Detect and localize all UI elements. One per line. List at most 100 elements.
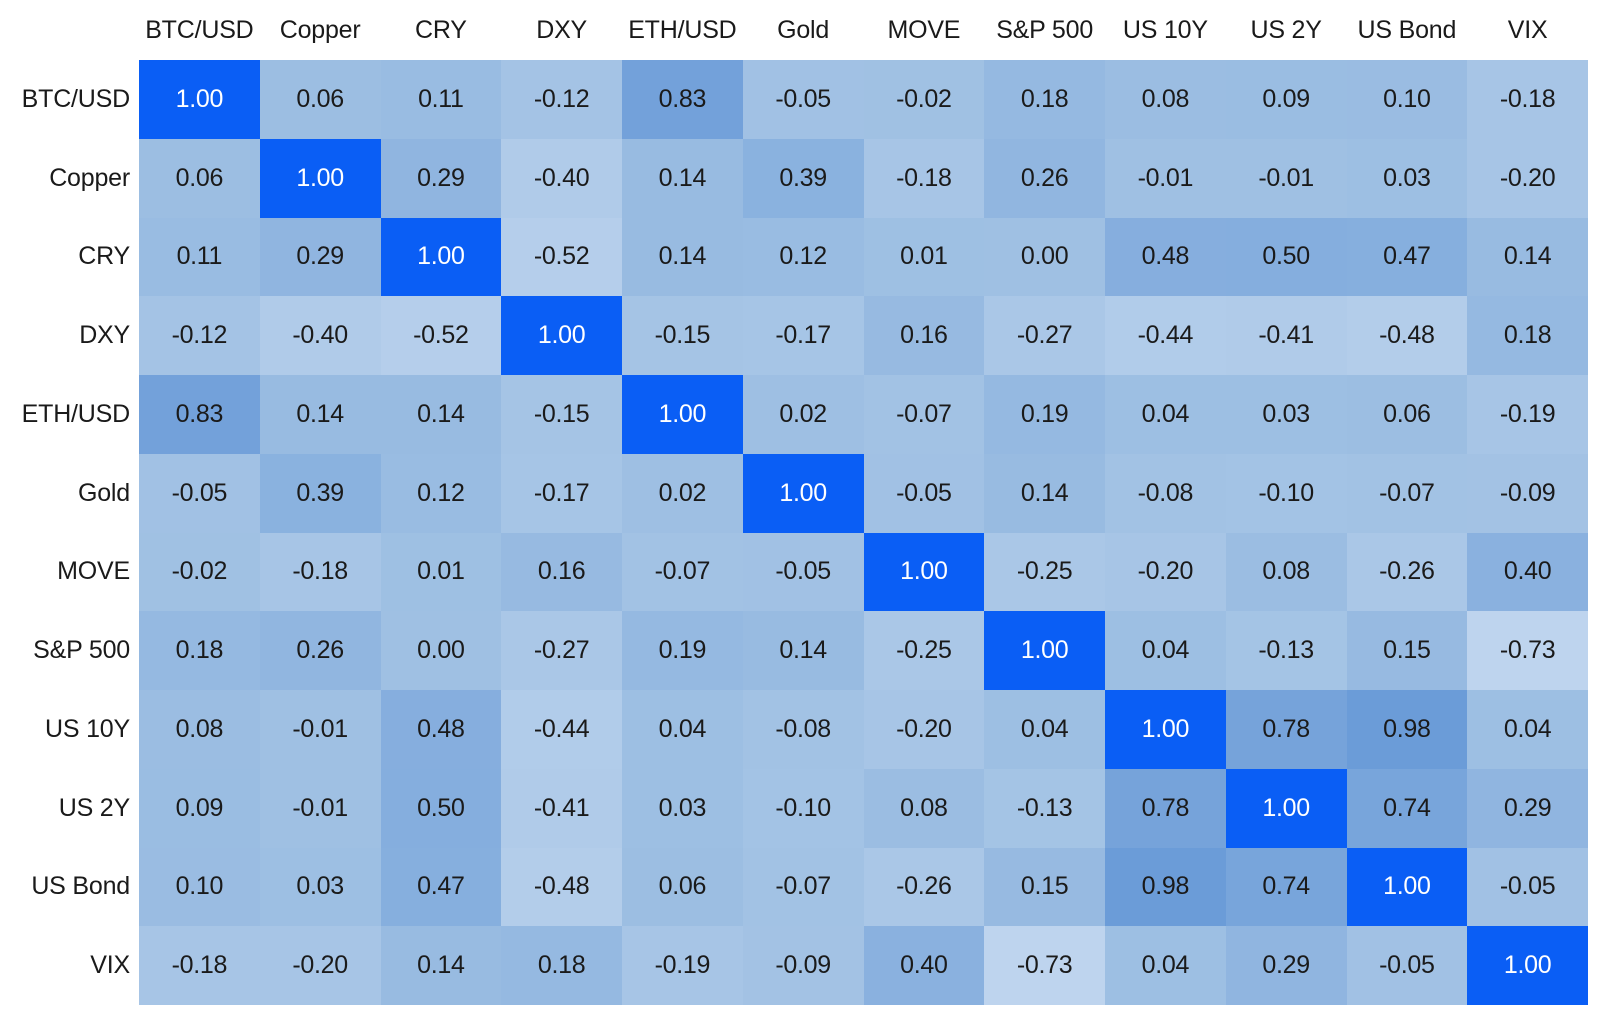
heatmap-cell[interactable]: 0.14 [380,926,502,1005]
heatmap-cell[interactable]: 1.00 [380,217,502,297]
heatmap-cell[interactable]: 0.16 [863,296,985,375]
heatmap-cell[interactable]: -0.18 [1467,60,1588,139]
heatmap-cell[interactable]: 1.00 [863,532,985,612]
heatmap-cell[interactable]: 0.18 [1467,296,1588,375]
heatmap-cell[interactable]: -0.12 [139,296,260,375]
heatmap-cell[interactable]: -0.18 [863,138,985,218]
heatmap-cell[interactable]: 1.00 [1467,926,1588,1005]
heatmap-cell[interactable]: -0.40 [259,296,381,375]
heatmap-cell[interactable]: -0.09 [742,926,864,1005]
heatmap-cell[interactable]: -0.01 [259,768,381,848]
heatmap-cell[interactable]: 1.00 [501,296,622,375]
heatmap-cell[interactable]: -0.73 [984,926,1105,1005]
heatmap-cell[interactable]: 0.78 [1225,690,1347,769]
heatmap-cell[interactable]: -0.17 [501,453,622,533]
heatmap-cell[interactable]: -0.41 [501,768,622,848]
heatmap-cell[interactable]: 0.01 [863,217,985,297]
heatmap-cell[interactable]: 0.29 [259,217,381,297]
heatmap-cell[interactable]: 0.74 [1225,847,1347,927]
heatmap-cell[interactable]: 1.00 [622,375,743,454]
heatmap-cell[interactable]: 0.29 [1225,926,1347,1005]
heatmap-cell[interactable]: -0.09 [1467,453,1588,533]
heatmap-cell[interactable]: -0.05 [1467,847,1588,927]
heatmap-cell[interactable]: 0.00 [380,611,502,690]
heatmap-cell[interactable]: 1.00 [742,453,864,533]
heatmap-cell[interactable]: -0.27 [501,611,622,690]
heatmap-cell[interactable]: -0.26 [863,847,985,927]
heatmap-cell[interactable]: 0.14 [622,138,743,218]
heatmap-cell[interactable]: -0.19 [622,926,743,1005]
heatmap-cell[interactable]: -0.18 [139,926,260,1005]
heatmap-cell[interactable]: 0.50 [1225,217,1347,297]
heatmap-cell[interactable]: -0.20 [863,690,985,769]
heatmap-cell[interactable]: 0.19 [622,611,743,690]
heatmap-cell[interactable]: -0.05 [863,453,985,533]
heatmap-cell[interactable]: -0.73 [1467,611,1588,690]
heatmap-cell[interactable]: -0.01 [1225,138,1347,218]
heatmap-cell[interactable]: 0.29 [380,138,502,218]
heatmap-cell[interactable]: -0.20 [1467,138,1588,218]
heatmap-cell[interactable]: -0.13 [984,768,1105,848]
heatmap-cell[interactable]: 0.09 [139,768,260,848]
heatmap-cell[interactable]: 0.06 [259,60,381,139]
heatmap-cell[interactable]: 0.06 [139,138,260,218]
heatmap-cell[interactable]: -0.05 [742,532,864,612]
heatmap-cell[interactable]: 0.04 [1105,611,1226,690]
heatmap-cell[interactable]: 1.00 [1105,690,1226,769]
heatmap-cell[interactable]: 0.18 [984,60,1105,139]
heatmap-cell[interactable]: -0.02 [863,60,985,139]
heatmap-cell[interactable]: -0.48 [1346,296,1468,375]
heatmap-cell[interactable]: 0.18 [139,611,260,690]
heatmap-cell[interactable]: 0.26 [259,611,381,690]
heatmap-cell[interactable]: 0.03 [1225,375,1347,454]
heatmap-cell[interactable]: 0.04 [1467,690,1588,769]
heatmap-cell[interactable]: 0.74 [1346,768,1468,848]
heatmap-cell[interactable]: -0.15 [622,296,743,375]
heatmap-cell[interactable]: -0.44 [1105,296,1226,375]
heatmap-cell[interactable]: 0.16 [501,532,622,612]
heatmap-cell[interactable]: 0.09 [1225,60,1347,139]
heatmap-cell[interactable]: 0.29 [1467,768,1588,848]
heatmap-cell[interactable]: 0.03 [622,768,743,848]
heatmap-cell[interactable]: 0.14 [984,453,1105,533]
heatmap-cell[interactable]: 0.00 [984,217,1105,297]
heatmap-cell[interactable]: 0.08 [863,768,985,848]
heatmap-cell[interactable]: 0.02 [742,375,864,454]
heatmap-cell[interactable]: 0.10 [139,847,260,927]
heatmap-cell[interactable]: -0.05 [1346,926,1468,1005]
heatmap-cell[interactable]: 0.15 [984,847,1105,927]
heatmap-cell[interactable]: 0.12 [380,453,502,533]
heatmap-cell[interactable]: -0.41 [1225,296,1347,375]
heatmap-cell[interactable]: -0.44 [501,690,622,769]
heatmap-cell[interactable]: 0.14 [622,217,743,297]
heatmap-cell[interactable]: -0.13 [1225,611,1347,690]
heatmap-cell[interactable]: 0.06 [622,847,743,927]
heatmap-cell[interactable]: -0.20 [1105,532,1226,612]
heatmap-cell[interactable]: 0.01 [380,532,502,612]
heatmap-cell[interactable]: -0.27 [984,296,1105,375]
heatmap-cell[interactable]: -0.40 [501,138,622,218]
heatmap-cell[interactable]: 1.00 [984,611,1105,690]
heatmap-cell[interactable]: 0.12 [742,217,864,297]
heatmap-cell[interactable]: 0.08 [1225,532,1347,612]
heatmap-cell[interactable]: -0.07 [742,847,864,927]
heatmap-cell[interactable]: -0.05 [742,60,864,139]
heatmap-cell[interactable]: 0.03 [259,847,381,927]
heatmap-cell[interactable]: -0.15 [501,375,622,454]
heatmap-cell[interactable]: 1.00 [259,138,381,218]
heatmap-cell[interactable]: -0.07 [863,375,985,454]
heatmap-cell[interactable]: -0.08 [742,690,864,769]
heatmap-cell[interactable]: 0.14 [1467,217,1588,297]
heatmap-cell[interactable]: -0.26 [1346,532,1468,612]
heatmap-cell[interactable]: -0.01 [1105,138,1226,218]
heatmap-cell[interactable]: -0.18 [259,532,381,612]
heatmap-cell[interactable]: 0.04 [1105,926,1226,1005]
heatmap-cell[interactable]: -0.20 [259,926,381,1005]
heatmap-cell[interactable]: -0.52 [501,217,622,297]
heatmap-cell[interactable]: 0.11 [380,60,502,139]
heatmap-cell[interactable]: 0.08 [1105,60,1226,139]
heatmap-cell[interactable]: 0.02 [622,453,743,533]
heatmap-cell[interactable]: 0.11 [139,217,260,297]
heatmap-cell[interactable]: 0.47 [1346,217,1468,297]
heatmap-cell[interactable]: 0.19 [984,375,1105,454]
